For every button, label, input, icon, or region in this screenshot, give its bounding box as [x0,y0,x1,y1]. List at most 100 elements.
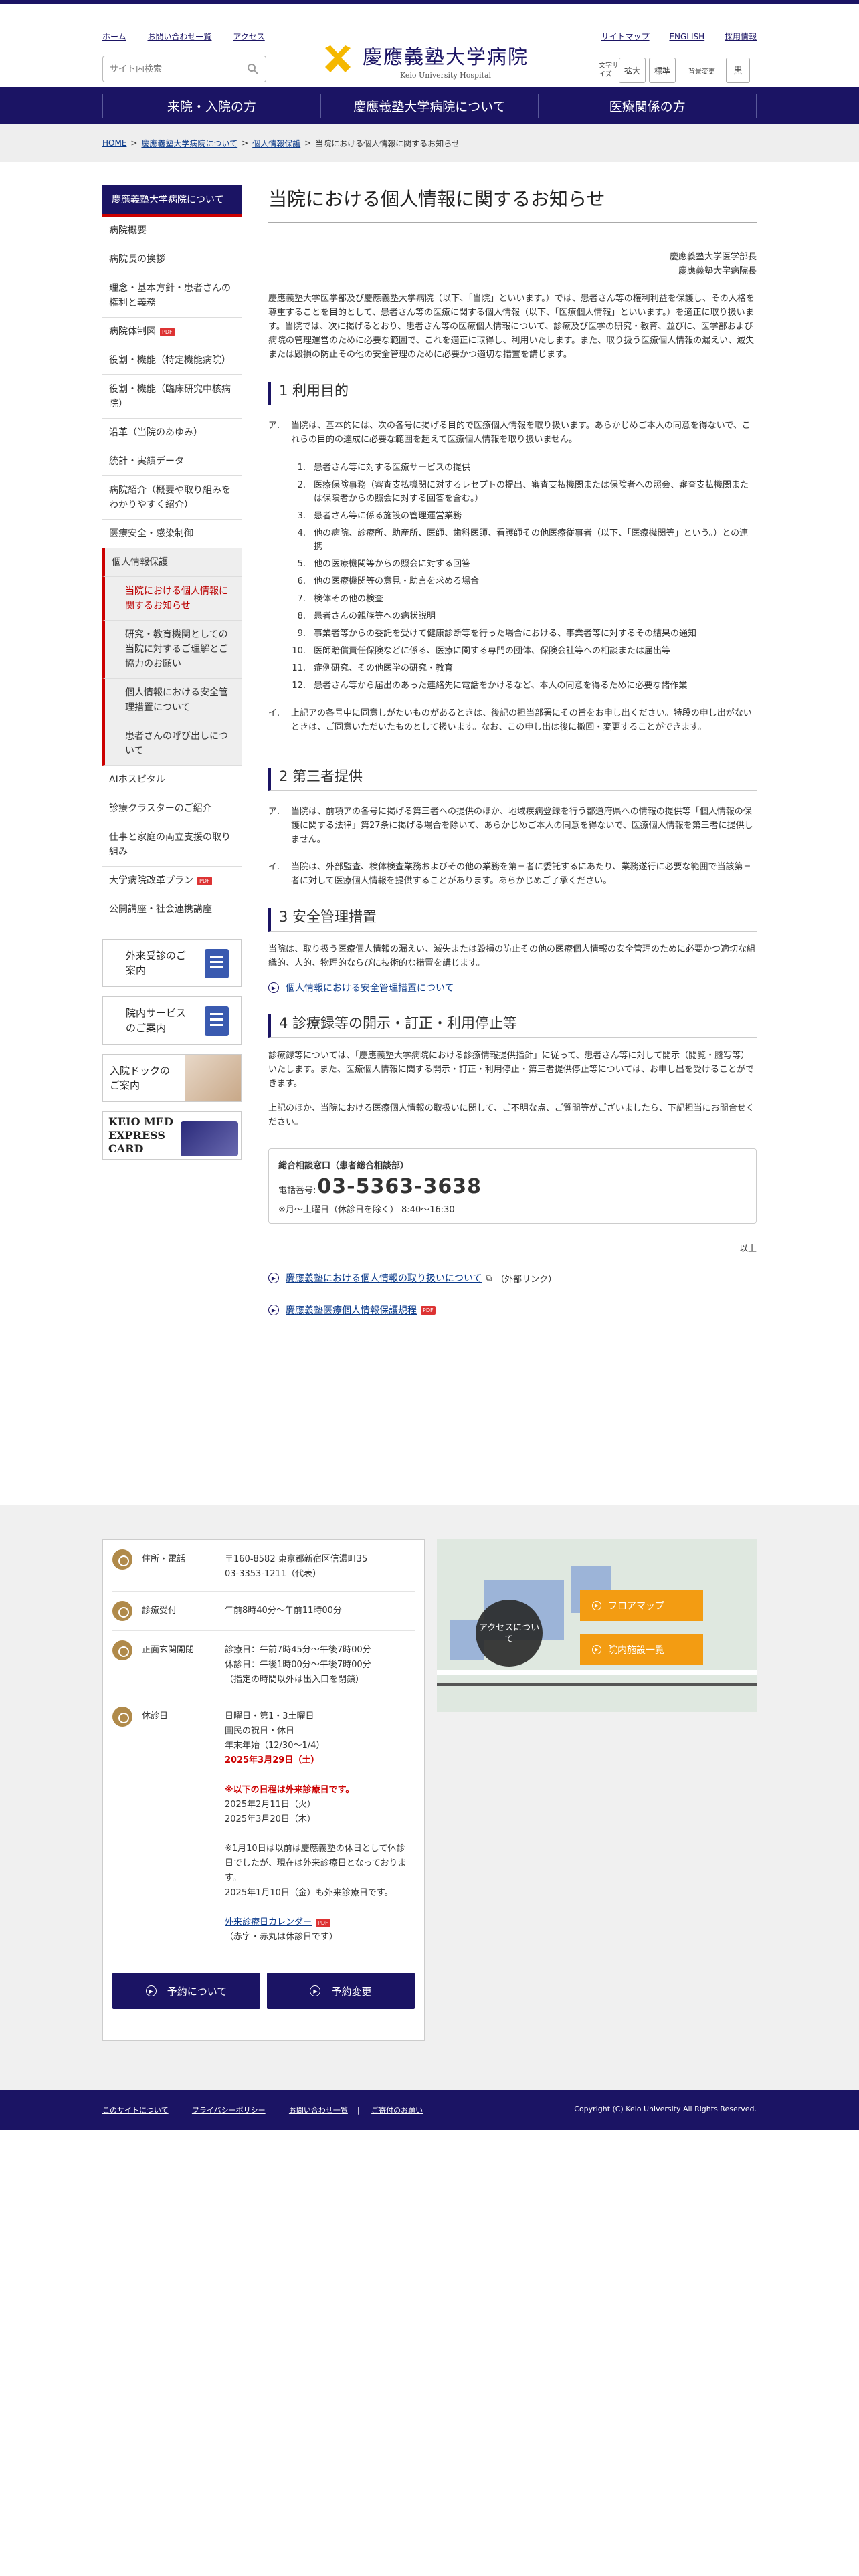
home-link[interactable]: ホーム [102,32,126,41]
access-button[interactable]: アクセスについて [476,1600,543,1667]
font-large-button[interactable]: 拡大 [619,58,646,83]
sidebar-item[interactable]: 大学病院改革プラン [102,867,242,895]
hospital-info: 住所・電話 〒160-8582 東京都新宿区信濃町35 03-3353-1211（代… [102,1539,425,2041]
document-icon [205,949,229,978]
section-item: ア. 当院は、基本的には、次の各号に掲げる目的で医療個人情報を取り扱います。あらか… [268,421,751,445]
section-heading: 1 利用目的 [268,382,757,405]
section-item: イ. 上記アの各号中に同意しがたいものがあるときは、後記の担当部署にその旨をお申し… [268,708,752,732]
page-title: 当院における個人情報に関するお知らせ [268,185,757,223]
purpose-item: 8. 患者さんの親族等への病状説明 [297,611,436,621]
sitemap-link[interactable]: サイトマップ [601,32,650,41]
sidebar-item[interactable]: 統計・実績データ [102,447,242,476]
access-map[interactable]: アクセスについて ▶ フロアマップ ▶ 院内施設一覧 [437,1539,757,1712]
sidebar-subitem[interactable]: 個人情報における安全管理措置について [102,679,242,722]
sidebar-item[interactable]: 病院概要 [102,217,242,245]
breadcrumb-home[interactable]: HOME [102,138,126,148]
keio-med-card-banner[interactable]: KEIO MED EXPRESS CARD [102,1111,242,1160]
location-icon [112,1549,132,1570]
about-site-link[interactable]: このサイトについて [102,2106,169,2115]
hospital-logo[interactable]: 慶應義塾大学病院 Keio University Hospital [321,41,529,80]
clock-icon [112,1601,132,1621]
pdf-icon: PDF [316,1919,330,1927]
section-item: ア. 当院は、前項アの各号に掲げる第三者への提供のほか、地域疾病登録を行う都道府県… [268,807,753,845]
donation-link[interactable]: ご寄付のお願い [371,2106,423,2115]
sidebar-title[interactable]: 慶應義塾大学病院について [102,185,242,217]
search-box [102,56,266,82]
sidebar-item[interactable]: 病院長の挨拶 [102,245,242,274]
contact-list-link[interactable]: お問い合わせ一覧 [289,2106,348,2115]
sidebar-subitem[interactable]: 患者さんの呼び出しについて [102,722,242,766]
recruit-link[interactable]: 採用情報 [725,32,757,41]
sidebar-item[interactable]: 沿革（当院のあゆみ） [102,419,242,447]
section-text: 診療録等については、「慶應義塾大学病院における診療情報提供指針」に従って、患者さ… [268,1051,755,1089]
sidebar-subitem-current[interactable]: 当院における個人情報に関するお知らせ [102,577,242,621]
nav-about[interactable]: 慶應義塾大学病院について [320,94,539,118]
arrow-circle-icon: ▶ [268,1273,279,1283]
sidebar-item[interactable]: 医療安全・感染制御 [102,520,242,548]
footer: 住所・電話 〒160-8582 東京都新宿区信濃町35 03-3353-1211（代… [0,1505,859,2090]
sidebar-item[interactable]: 診療クラスターのご紹介 [102,794,242,823]
sidebar-item-privacy[interactable]: 個人情報保護 [102,548,242,577]
section-heading: 3 安全管理措置 [268,908,757,932]
sidebar-subitem[interactable]: 研究・教育機関としての当院に対するご理解とご協力のお願い [102,621,242,679]
breadcrumb-privacy[interactable]: 個人情報保護 [252,138,300,149]
font-standard-button[interactable]: 標準 [649,58,676,83]
info-row: 診療受付 午前8時40分〜午前11時00分 [112,1592,415,1631]
logo-name-en: Keio University Hospital [399,71,492,80]
keio-privacy-link[interactable]: ▶ 慶應義塾における個人情報の取り扱いについて ⧉ （外部リンク） [268,1271,757,1285]
pdf-icon: PDF [421,1305,436,1315]
sidebar-item[interactable]: AIホスピタル [102,766,242,794]
photo-image [185,1055,241,1101]
contact-box: 総合相談窓口（患者総合相談部） 電話番号:03-5363-3638 ※月〜土曜日… [268,1148,757,1224]
purpose-item: 7. 検体その他の検査 [297,594,384,604]
floor-map-button[interactable]: ▶ フロアマップ [580,1590,703,1621]
privacy-policy-link[interactable]: プライバシーポリシー [192,2106,266,2115]
sidebar-item[interactable]: 役割・機能（臨床研究中核病院） [102,375,242,419]
purpose-item: 1. 患者さん等に対する医療サービスの提供 [297,463,471,473]
bg-black-button[interactable]: 黒 [726,58,750,83]
document-icon [205,1006,229,1036]
calendar-icon [112,1707,132,1727]
font-size-label: 文字サイズ [599,62,619,78]
breadcrumb: HOME > 慶應義塾大学病院について > 個人情報保護 > 当院における個人情報に関… [0,124,859,162]
access-link[interactable]: アクセス [233,32,264,41]
outpatient-guide-banner[interactable]: 外来受診のご案内 [102,939,242,987]
nav-medical[interactable]: 医療関係の方 [538,94,757,118]
section-heading: 2 第三者提供 [268,768,757,791]
copyright: Copyright (C) Keio University All Rights… [574,2105,757,2113]
logo-icon [325,45,351,72]
intro-text: 慶應義塾大学医学部及び慶應義塾大学病院（以下、「当院」といいます。）では、患者さ… [268,294,755,360]
sidebar-banners: 外来受診のご案内 院内サービスのご案内 入院ドックのご案内 KEIO MED E… [102,939,242,1160]
purpose-item: 10. 医師賠償責任保険などに係る、医療に関する専門の団体、保険会社等への相談また… [292,646,671,656]
sidebar-item[interactable]: 役割・機能（特定機能病院） [102,346,242,375]
contact-title: 総合相談窓口（患者総合相談部） [278,1161,409,1171]
sidebar-item[interactable]: 仕事と家庭の両立支援の取り組み [102,823,242,867]
sidebar-item[interactable]: 公開講座・社会連携講座 [102,895,242,924]
breadcrumb-about[interactable]: 慶應義塾大学病院について [141,138,237,149]
sidebar: 慶應義塾大学病院について 病院概要 病院長の挨拶 理念・基本方針・患者さんの権利… [102,185,242,1169]
arrow-circle-icon: ▶ [268,982,279,993]
reservation-change-button[interactable]: ▶ 予約変更 [267,1973,415,2009]
search-input[interactable] [103,56,237,82]
contact-phone: 電話番号:03-5363-3638 [278,1175,482,1198]
sidebar-item[interactable]: 病院体制図 [102,318,242,346]
sidebar-item[interactable]: 病院紹介（概要や取り組みをわかりやすく紹介） [102,476,242,520]
reservation-info-button[interactable]: ▶ 予約について [112,1973,260,2009]
search-icon[interactable] [247,63,259,75]
purpose-item: 6. 他の医療機関等の意見・助言を求める場合 [297,576,480,586]
facilities-button[interactable]: ▶ 院内施設一覧 [580,1634,703,1665]
arrow-circle-icon: ▶ [268,1305,279,1315]
services-guide-banner[interactable]: 院内サービスのご案内 [102,996,242,1045]
bottom-bar: このサイトについて | プライバシーポリシー | お問い合わせ一覧 | ご寄付のお願い… [0,2090,859,2130]
calendar-link[interactable]: 外来診療日カレンダー [225,1917,312,1927]
keio-medical-rules-link[interactable]: ▶ 慶應義塾医療個人情報保護規程 PDF [268,1303,757,1317]
english-link[interactable]: ENGLISH [669,32,704,41]
medical-checkup-banner[interactable]: 入院ドックのご案内 [102,1054,242,1102]
info-row: 休診日 日曜日・第1・3土曜日 国民の祝日・休日 年末年始（12/30〜1/4） 2… [112,1697,415,1954]
sidebar-item[interactable]: 理念・基本方針・患者さんの権利と義務 [102,274,242,318]
contact-link[interactable]: お問い合わせ一覧 [147,32,211,41]
signature: 慶應義塾大学医学部長 慶應義塾大学病院長 [669,252,757,276]
nav-visitors[interactable]: 来院・入院の方 [102,94,320,118]
section-text: 当院は、取り扱う医療個人情報の漏えい、滅失または毀損の防止その他の医療個人情報の… [268,944,756,968]
security-measures-link[interactable]: ▶ 個人情報における安全管理措置について [268,981,757,994]
